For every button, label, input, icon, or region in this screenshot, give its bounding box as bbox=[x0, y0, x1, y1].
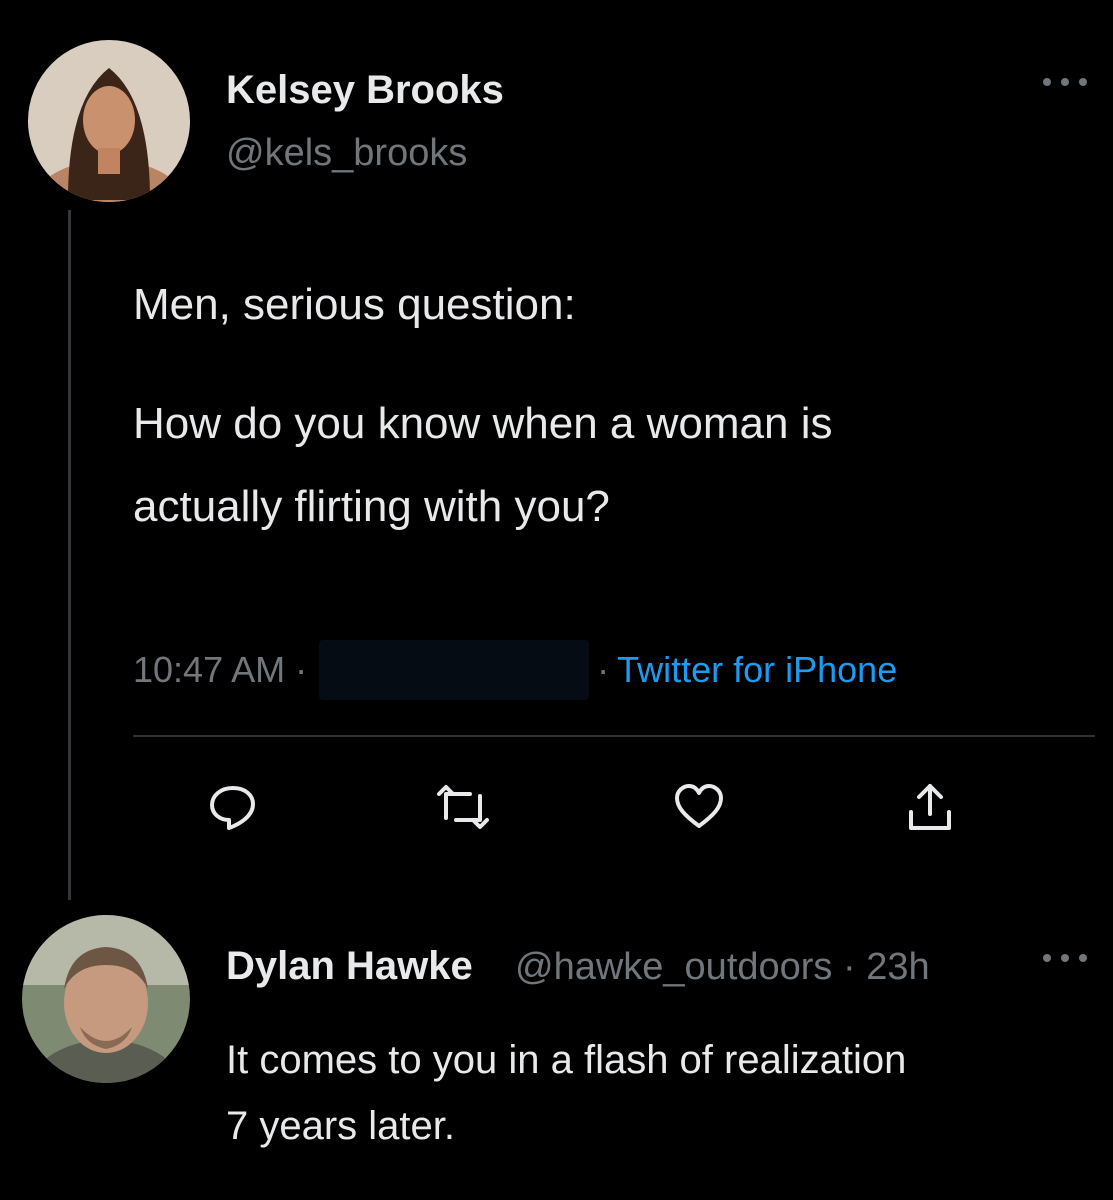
reply-author-name[interactable]: Dylan Hawke bbox=[226, 944, 473, 989]
thread-connector-line bbox=[68, 210, 71, 900]
tweet-text-line: Men, serious question: bbox=[133, 280, 576, 329]
reply-text: It comes to you in a flash of realizatio… bbox=[226, 1030, 906, 1156]
more-options-icon[interactable] bbox=[1043, 72, 1087, 92]
more-options-icon[interactable] bbox=[1043, 948, 1087, 968]
retweet-icon[interactable] bbox=[436, 780, 490, 834]
tweet-source-link[interactable]: Twitter for iPhone bbox=[617, 649, 897, 691]
reply-icon[interactable] bbox=[206, 780, 260, 834]
meta-separator: · bbox=[597, 649, 610, 690]
reply-author-handle[interactable]: @hawke_outdoors · 23h bbox=[515, 946, 930, 989]
divider bbox=[133, 735, 1095, 737]
reply-text-line: 7 years later. bbox=[226, 1104, 456, 1148]
avatar[interactable] bbox=[28, 40, 190, 202]
like-icon[interactable] bbox=[672, 780, 726, 834]
tweet-meta: 10:47 AM · · Twitter for iPhone bbox=[133, 640, 897, 700]
tweet-timestamp[interactable]: 10:47 AM · bbox=[133, 649, 307, 691]
tweet-text-line: How do you know when a woman is bbox=[133, 399, 833, 448]
avatar[interactable] bbox=[22, 915, 190, 1083]
tweet-text-line: actually flirting with you? bbox=[133, 482, 610, 531]
author-handle[interactable]: @kels_brooks bbox=[226, 132, 467, 175]
share-icon[interactable] bbox=[903, 780, 957, 834]
author-name[interactable]: Kelsey Brooks bbox=[226, 68, 504, 113]
redacted-date bbox=[319, 640, 590, 700]
reply-text-line: It comes to you in a flash of realizatio… bbox=[226, 1038, 907, 1082]
